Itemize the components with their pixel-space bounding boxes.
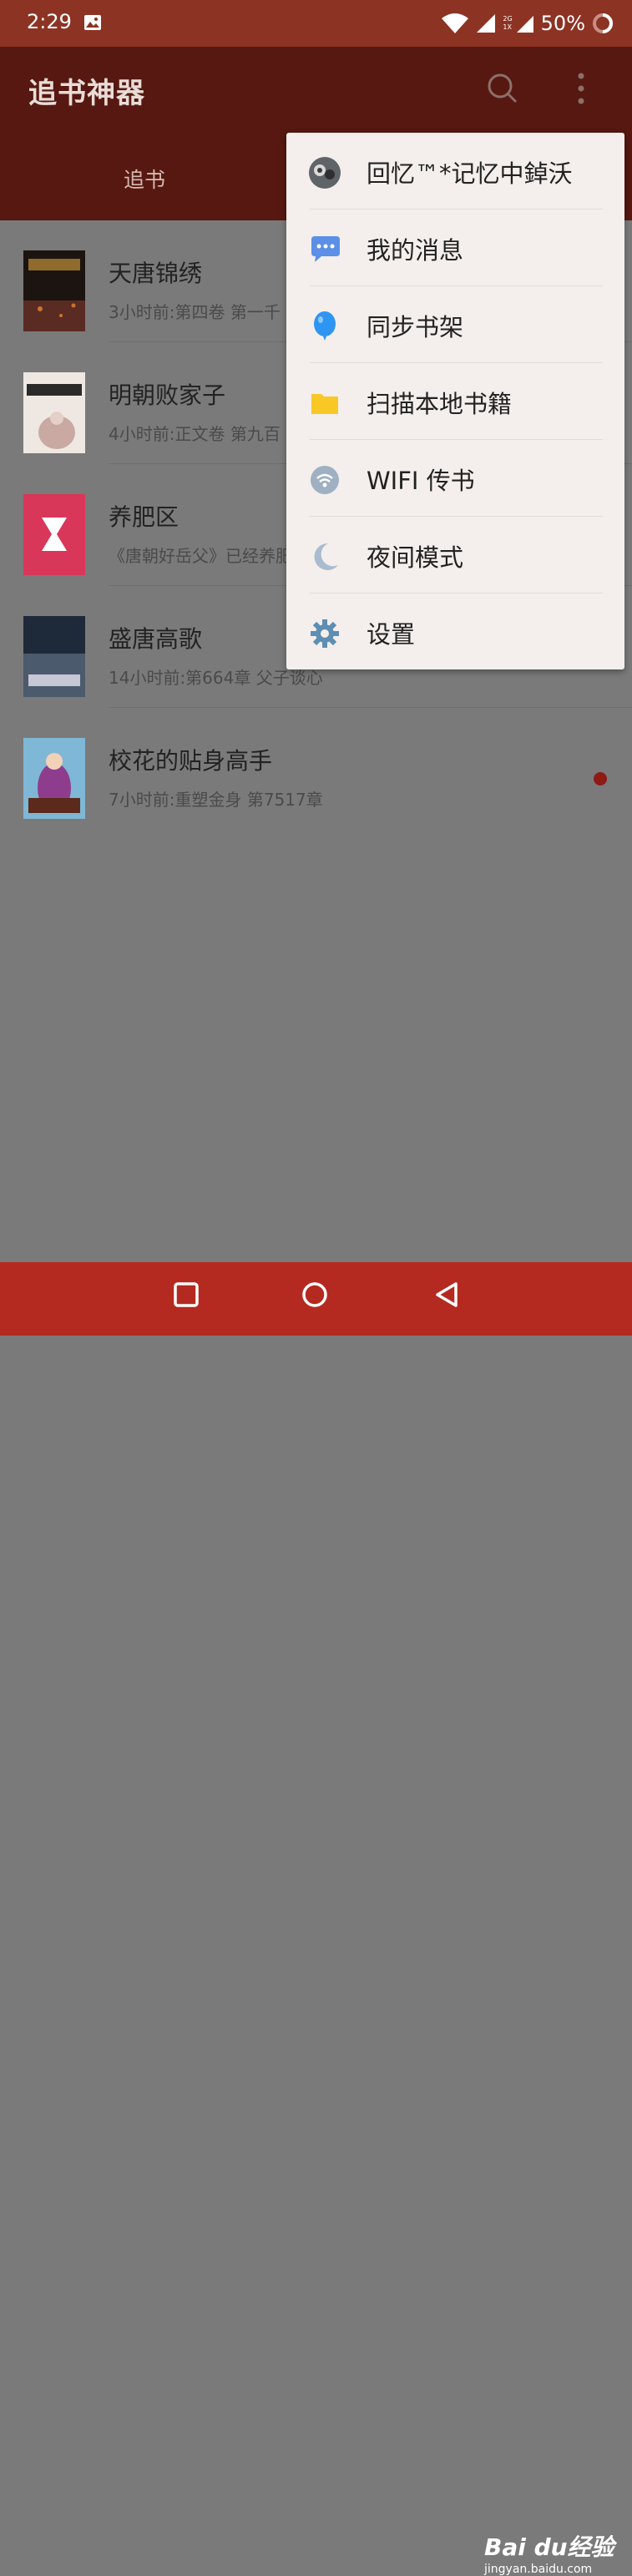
menu-item-sync-shelf[interactable]: 同步书架: [286, 286, 624, 363]
balloon-icon: [314, 311, 336, 341]
book-title: 天唐锦绣: [109, 260, 203, 287]
menu-item-label: 夜间模式: [367, 543, 464, 572]
menu-item-wifi-transfer[interactable]: WIFI 传书: [286, 440, 624, 517]
navigation-bar: Bai du经验 jingyan.baidu.com: [0, 1262, 632, 2576]
message-bubble-icon: [311, 236, 340, 262]
book-row[interactable]: 校花的贴身高手 7小时前:重塑金身 第7517章: [0, 708, 632, 830]
menu-item-label: 回忆™*记忆中鋽沃: [367, 159, 573, 188]
book-cover: [23, 616, 85, 697]
home-button[interactable]: [301, 1280, 329, 1309]
book-cover: [23, 738, 85, 819]
menu-item-label: WIFI 传书: [367, 467, 475, 495]
menu-item-label: 我的消息: [367, 236, 464, 265]
tab-following[interactable]: 追书: [124, 164, 165, 194]
book-update: 《唐朝好岳父》已经养肥: [109, 546, 292, 566]
recent-apps-button[interactable]: [172, 1280, 200, 1309]
cell-signal-2-icon: [516, 16, 533, 33]
book-cover: [23, 372, 85, 453]
watermark-url: jingyan.baidu.com: [484, 2563, 593, 2576]
menu-item-night-mode[interactable]: 夜间模式: [286, 517, 624, 593]
image-notification-icon: [84, 15, 101, 30]
cell-signal-icon: [477, 14, 496, 33]
app-title: 追书神器: [28, 77, 145, 110]
gear-icon: [311, 619, 339, 648]
network-type-bottom: 1X: [503, 23, 512, 31]
book-title: 明朝败家子: [109, 381, 226, 409]
status-bar: 2:29 2G 1X 50%: [0, 0, 632, 47]
menu-item-label: 设置: [367, 620, 416, 649]
network-type: 2G 1X: [503, 15, 512, 32]
menu-item-messages[interactable]: 我的消息: [286, 210, 624, 286]
search-icon[interactable]: [486, 72, 519, 105]
menu-item-profile[interactable]: 回忆™*记忆中鋽沃: [286, 133, 624, 210]
battery-ring-icon: [593, 13, 613, 33]
wifi-icon: [311, 466, 339, 494]
book-title: 养肥区: [109, 503, 179, 531]
menu-item-settings[interactable]: 设置: [286, 593, 624, 670]
book-update: 7小时前:重塑金身 第7517章: [109, 790, 323, 810]
menu-item-scan-local[interactable]: 扫描本地书籍: [286, 363, 624, 440]
moon-icon: [314, 543, 338, 570]
status-time: 2:29: [27, 10, 72, 33]
fattening-area-cover-icon: [23, 494, 85, 575]
menu-item-label: 同步书架: [367, 313, 464, 341]
unread-dot: [594, 772, 607, 785]
book-cover: [23, 250, 85, 331]
overflow-menu: 回忆™*记忆中鋽沃 我的消息 同步书架 扫描本地书籍 WIFI 传书 夜间模式 …: [286, 133, 624, 669]
watermark-brand: Bai du经验: [484, 2533, 614, 2561]
menu-item-label: 扫描本地书籍: [367, 390, 513, 418]
wifi-signal-icon: [442, 13, 469, 33]
book-title: 盛唐高歌: [109, 625, 203, 653]
user-avatar-icon: [309, 157, 341, 189]
battery-percent: 50%: [540, 12, 585, 35]
baidu-watermark: Bai du经验 jingyan.baidu.com: [484, 2529, 614, 2576]
book-title: 校花的贴身高手: [109, 747, 273, 775]
book-update: 4小时前:正文卷 第九百: [109, 424, 281, 444]
network-type-top: 2G: [503, 15, 513, 23]
book-update: 3小时前:第四卷 第一千: [109, 302, 281, 322]
more-options-icon[interactable]: [576, 72, 586, 105]
folder-icon: [311, 394, 338, 414]
back-button[interactable]: [432, 1280, 461, 1309]
